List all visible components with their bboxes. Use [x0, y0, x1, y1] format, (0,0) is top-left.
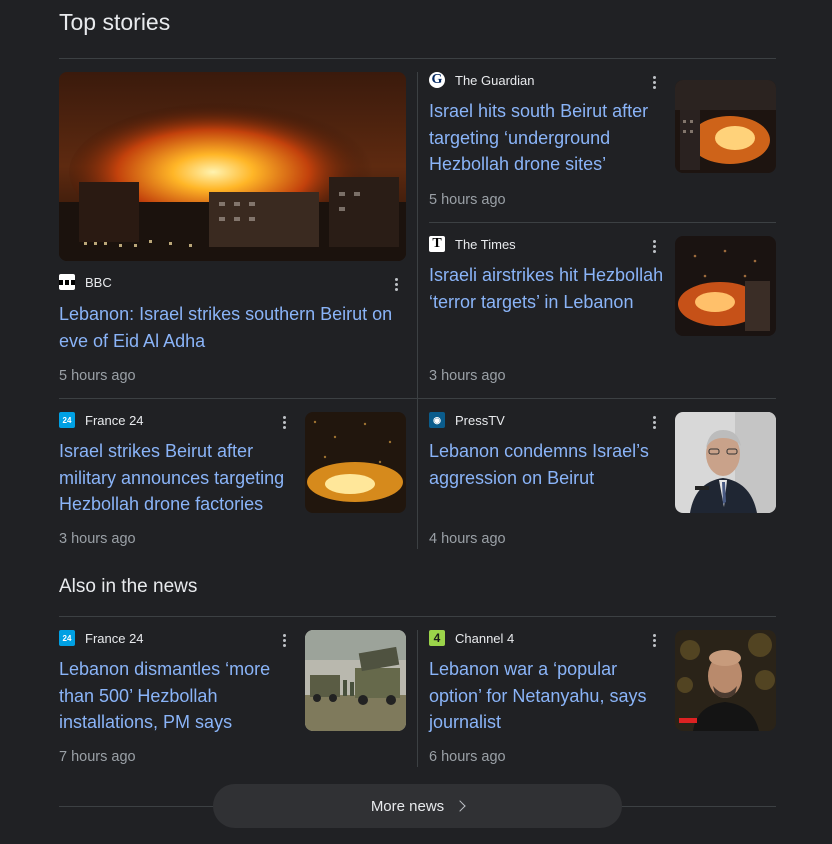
channel4-logo-icon: 4 [429, 630, 445, 646]
story-time: 3 hours ago [59, 531, 136, 547]
top-stories-heading: Top stories [59, 9, 171, 35]
more-vert-icon[interactable] [646, 413, 662, 431]
more-vert-icon[interactable] [646, 631, 662, 649]
also-in-news-heading: Also in the news [59, 576, 198, 597]
source-name: France 24 [85, 412, 144, 428]
source-name: The Times [455, 236, 516, 252]
source-name: PressTV [455, 412, 505, 428]
story-image-beirut-fire[interactable] [59, 72, 406, 261]
story-card-channel4[interactable]: 4 Channel 4 Lebanon war a ‘popular optio… [429, 630, 776, 770]
guardian-logo-icon: G [429, 72, 445, 88]
more-news-button[interactable]: More news [213, 784, 622, 828]
story-time: 5 hours ago [59, 368, 136, 384]
france24-logo-icon: 24 [59, 412, 75, 428]
story-image-journalist[interactable] [675, 630, 776, 731]
story-headline[interactable]: Israeli airstrikes hit Hezbollah ‘terror… [429, 262, 665, 315]
story-headline[interactable]: Israel strikes Beirut after military ann… [59, 438, 291, 518]
story-headline[interactable]: Lebanon war a ‘popular option’ for Netan… [429, 656, 657, 736]
story-card-france24-2[interactable]: 24 France 24 Lebanon dismantles ‘more th… [59, 630, 406, 770]
source-presstv: ◉ PressTV [429, 412, 505, 428]
divider [59, 58, 776, 59]
divider [59, 398, 776, 399]
story-card-bbc[interactable]: BBC Lebanon: Israel strikes southern Bei… [59, 72, 406, 392]
more-vert-icon[interactable] [276, 413, 292, 431]
story-card-times[interactable]: T The Times Israeli airstrikes hit Hezbo… [429, 236, 776, 386]
story-card-guardian[interactable]: G The Guardian Israel hits south Beirut … [429, 72, 776, 212]
source-france24: 24 France 24 [59, 412, 144, 428]
story-image-night-fire[interactable] [675, 236, 776, 336]
story-time: 5 hours ago [429, 192, 506, 208]
story-time: 4 hours ago [429, 531, 506, 547]
story-time: 6 hours ago [429, 749, 506, 765]
more-news-label: More news [370, 797, 445, 815]
source-france24: 24 France 24 [59, 630, 144, 646]
source-name: BBC [85, 274, 112, 290]
source-bbc: BBC [59, 274, 112, 290]
story-headline[interactable]: Lebanon: Israel strikes southern Beirut … [59, 301, 399, 354]
column-divider [417, 72, 418, 549]
more-vert-icon[interactable] [646, 237, 662, 255]
france24-logo-icon: 24 [59, 630, 75, 646]
more-vert-icon[interactable] [388, 275, 404, 293]
chevron-right-icon [454, 800, 466, 812]
story-image-speaker[interactable] [675, 412, 776, 513]
source-times: T The Times [429, 236, 516, 252]
story-headline[interactable]: Lebanon condemns Israel’s aggression on … [429, 438, 657, 491]
story-card-presstv[interactable]: ◉ PressTV Lebanon condemns Israel’s aggr… [429, 412, 776, 552]
times-logo-icon: T [429, 236, 445, 252]
more-vert-icon[interactable] [646, 73, 662, 91]
story-time: 7 hours ago [59, 749, 136, 765]
source-name: France 24 [85, 630, 144, 646]
story-image-strike[interactable] [305, 412, 406, 513]
source-channel4: 4 Channel 4 [429, 630, 514, 646]
source-guardian: G The Guardian [429, 72, 535, 88]
story-headline[interactable]: Israel hits south Beirut after targeting… [429, 98, 657, 178]
story-card-france24[interactable]: 24 France 24 Israel strikes Beirut after… [59, 412, 406, 552]
bbc-logo-icon [59, 274, 75, 290]
column-divider [417, 630, 418, 767]
story-image-military-vehicles[interactable] [305, 630, 406, 731]
story-headline[interactable]: Lebanon dismantles ‘more than 500’ Hezbo… [59, 656, 291, 736]
source-name: Channel 4 [455, 630, 515, 646]
divider [59, 616, 776, 617]
story-time: 3 hours ago [429, 368, 506, 384]
presstv-logo-icon: ◉ [429, 412, 445, 428]
more-vert-icon[interactable] [276, 631, 292, 649]
story-image-explosion[interactable] [675, 80, 776, 173]
source-name: The Guardian [455, 72, 535, 88]
divider [429, 222, 776, 223]
